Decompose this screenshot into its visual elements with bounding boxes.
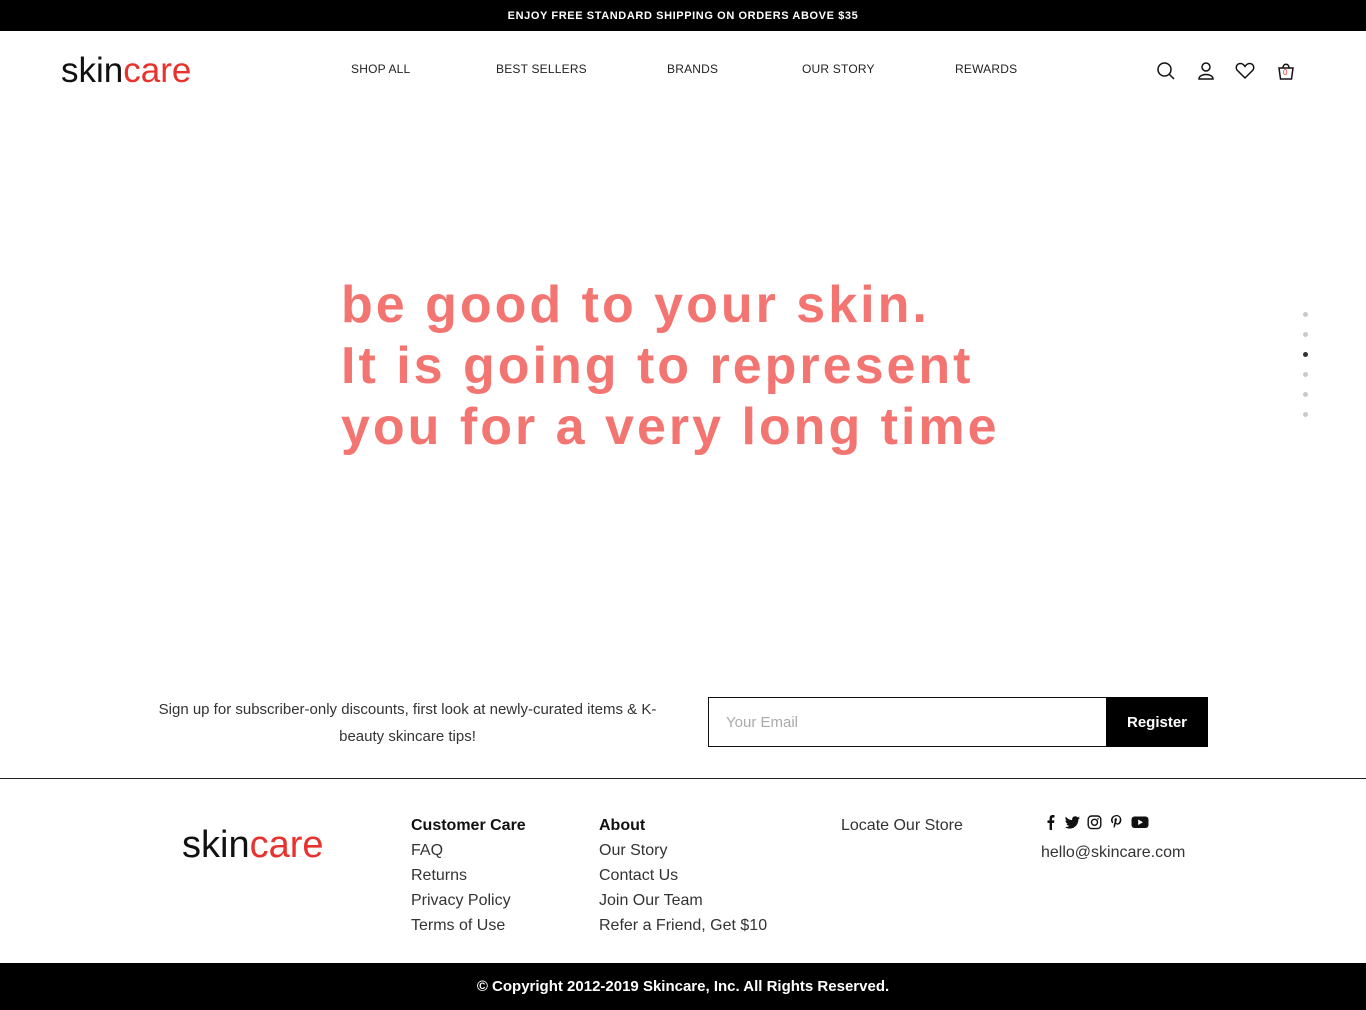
- footer-link-returns[interactable]: Returns: [411, 863, 526, 888]
- announcement-text: ENJOY FREE STANDARD SHIPPING ON ORDERS A…: [507, 9, 859, 22]
- footer-link-terms-of-use[interactable]: Terms of Use: [411, 913, 526, 938]
- footer-link-our-story[interactable]: Our Story: [599, 838, 767, 863]
- footer-divider: [0, 778, 1366, 779]
- twitter-icon[interactable]: [1065, 814, 1080, 830]
- slider-dot[interactable]: [1303, 312, 1308, 317]
- slider-dot[interactable]: [1303, 412, 1308, 417]
- hero-line-2: It is going to represent: [341, 337, 974, 395]
- nav-shop-all[interactable]: SHOP ALL: [351, 62, 410, 76]
- slider-dot[interactable]: [1303, 392, 1308, 397]
- pinterest-icon[interactable]: [1109, 814, 1124, 830]
- email-input[interactable]: [708, 697, 1108, 747]
- logo-text-skin: skin: [61, 51, 124, 90]
- copyright-text: © Copyright 2012-2019 Skincare, Inc. All…: [476, 978, 890, 995]
- instagram-icon[interactable]: [1087, 814, 1102, 830]
- footer-logo-text-skin: skin: [182, 824, 250, 866]
- footer-email-link[interactable]: hello@skincare.com: [1041, 840, 1185, 865]
- footer-heading-customer-care: Customer Care: [411, 817, 526, 834]
- footer-link-privacy-policy[interactable]: Privacy Policy: [411, 888, 526, 913]
- site-header: skincare SHOP ALL BEST SELLERS BRANDS OU…: [0, 31, 1366, 109]
- slider-dot[interactable]: [1303, 372, 1308, 377]
- hero-banner: be good to your skin. It is going to rep…: [341, 275, 1000, 458]
- hero-line-3: you for a very long time: [341, 398, 1000, 456]
- social-links: [1043, 814, 1149, 830]
- footer-link-join-our-team[interactable]: Join Our Team: [599, 888, 767, 913]
- footer-link-refer-a-friend[interactable]: Refer a Friend, Get $10: [599, 913, 767, 938]
- signup-description: Sign up for subscriber-only discounts, f…: [158, 701, 657, 745]
- youtube-icon[interactable]: [1131, 814, 1149, 830]
- footer-customer-care: Customer Care FAQ Returns Privacy Policy…: [411, 813, 526, 938]
- user-icon[interactable]: [1195, 60, 1217, 82]
- footer-link-locate-store[interactable]: Locate Our Store: [841, 813, 963, 838]
- copyright-bar: © Copyright 2012-2019 Skincare, Inc. All…: [0, 963, 1366, 1010]
- footer-link-faq[interactable]: FAQ: [411, 838, 526, 863]
- slider-dot[interactable]: [1303, 332, 1308, 337]
- footer-heading-about: About: [599, 817, 646, 834]
- footer-logo-text-care: care: [249, 824, 324, 866]
- slider-pagination: [1303, 312, 1309, 432]
- cart-icon[interactable]: 0: [1275, 60, 1297, 82]
- search-icon[interactable]: [1155, 60, 1177, 82]
- register-button[interactable]: Register: [1106, 697, 1208, 747]
- nav-best-sellers[interactable]: BEST SELLERS: [496, 62, 587, 76]
- cart-count-badge: 0: [1283, 68, 1288, 77]
- hero-line-1: be good to your skin.: [341, 276, 930, 334]
- footer-link-contact-us[interactable]: Contact Us: [599, 863, 767, 888]
- footer-logo[interactable]: skincare: [182, 824, 324, 866]
- logo-text-care: care: [123, 51, 192, 90]
- announcement-bar: ENJOY FREE STANDARD SHIPPING ON ORDERS A…: [0, 0, 1366, 31]
- heart-icon[interactable]: [1234, 60, 1256, 82]
- nav-rewards[interactable]: REWARDS: [955, 62, 1017, 76]
- slider-dot[interactable]: [1303, 352, 1308, 357]
- site-logo[interactable]: skincare: [61, 51, 191, 91]
- facebook-icon[interactable]: [1043, 814, 1058, 830]
- nav-brands[interactable]: BRANDS: [667, 62, 718, 76]
- footer-about: About Our Story Contact Us Join Our Team…: [599, 813, 767, 938]
- nav-our-story[interactable]: OUR STORY: [802, 62, 875, 76]
